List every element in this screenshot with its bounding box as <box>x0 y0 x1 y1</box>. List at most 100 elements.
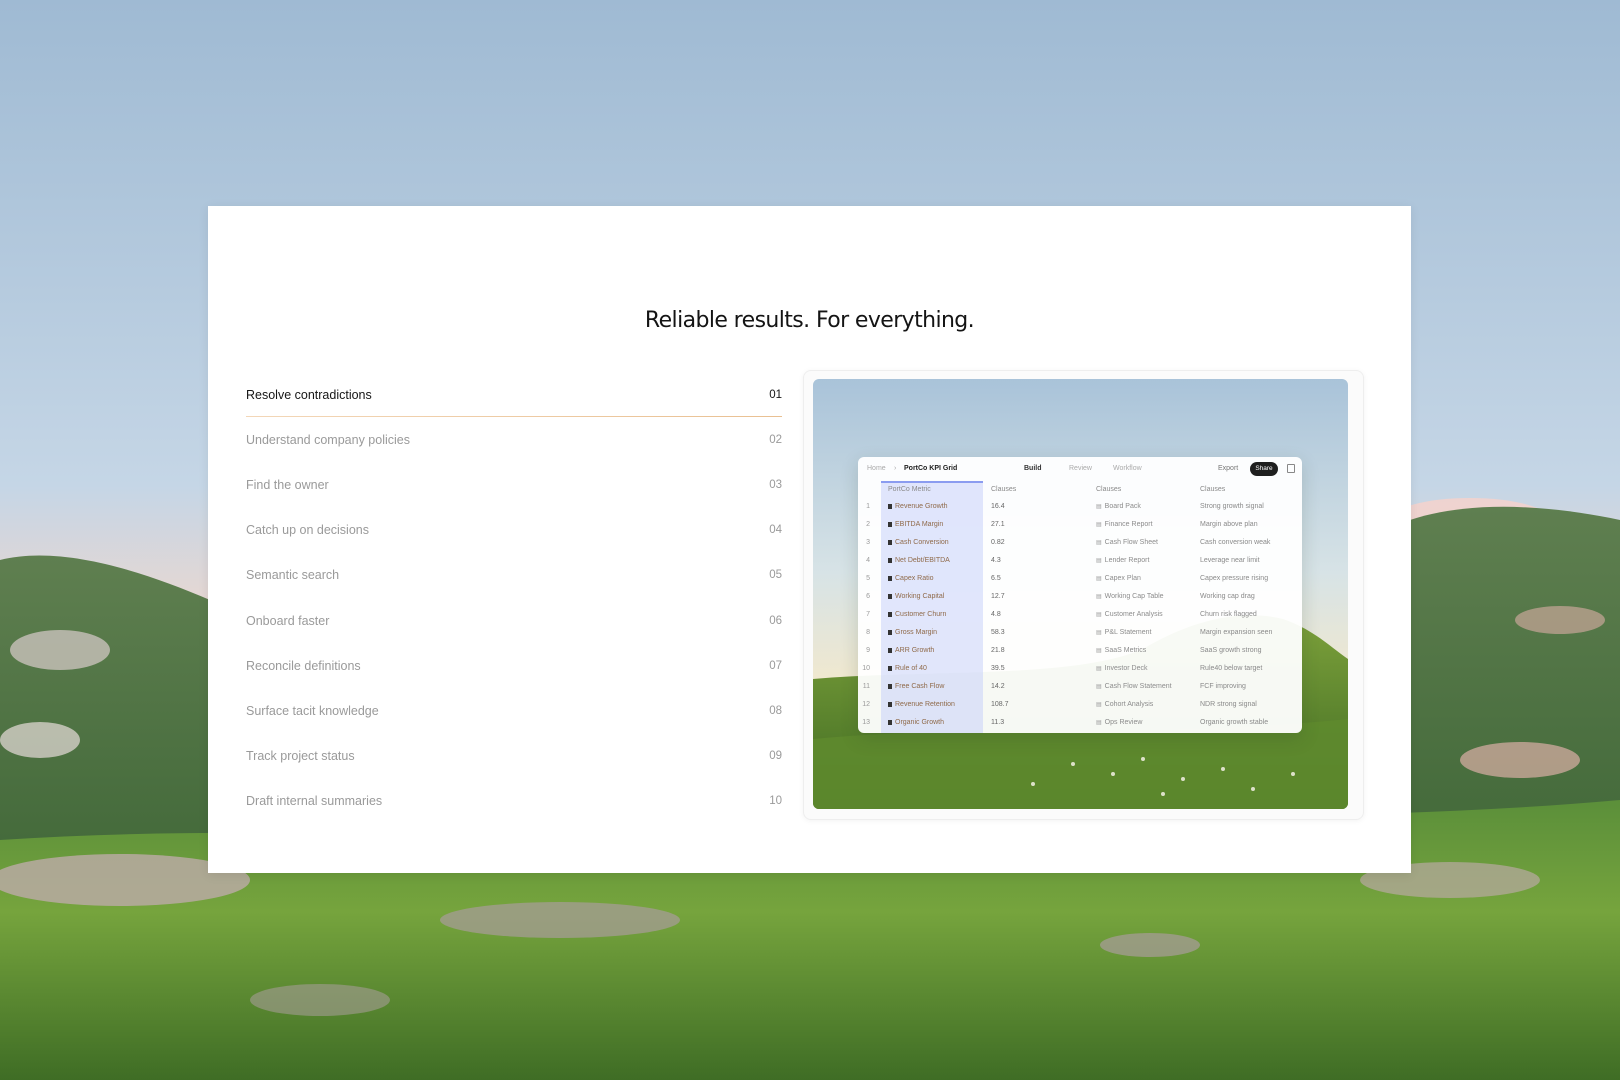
grid-cell-note[interactable]: Strong growth signal <box>1200 503 1264 510</box>
feature-item-onboard-faster[interactable]: Onboard faster 06 <box>246 598 782 643</box>
feature-label: Find the owner <box>246 477 329 492</box>
grid-cell-value[interactable]: 4.8 <box>991 611 1001 618</box>
grid-cell-source[interactable]: SaaS Metrics <box>1096 647 1147 654</box>
grid-cell-value[interactable]: 11.3 <box>991 719 1004 726</box>
grid-cell-value[interactable]: 108.7 <box>991 701 1009 708</box>
grid-cell-metric[interactable]: Working Capital <box>888 593 944 600</box>
breadcrumb-home[interactable]: Home <box>867 465 886 472</box>
grid-cell-n[interactable]: 9 <box>858 647 870 654</box>
grid-cell-note[interactable]: FCF improving <box>1200 683 1246 690</box>
grid-cell-value[interactable]: 4.3 <box>991 557 1001 564</box>
feature-item-surface-tacit-knowledge[interactable]: Surface tacit knowledge 08 <box>246 688 782 733</box>
grid-cell-metric[interactable]: Free Cash Flow <box>888 683 944 690</box>
feature-label: Catch up on decisions <box>246 523 369 538</box>
feature-item-find-the-owner[interactable]: Find the owner 03 <box>246 462 782 507</box>
kpi-grid: PortCo Metric Clauses Clauses Clauses 1 R… <box>858 481 1302 733</box>
feature-item-track-project-status[interactable]: Track project status 09 <box>246 734 782 779</box>
app-toolbar: Home › PortCo KPI Grid Build Review Work… <box>858 457 1302 481</box>
grid-cell-n[interactable]: 10 <box>858 665 870 672</box>
column-header-metric[interactable]: PortCo Metric <box>888 486 931 493</box>
feature-label: Onboard faster <box>246 613 330 628</box>
grid-cell-metric[interactable]: Capex Ratio <box>888 575 934 582</box>
grid-cell-source[interactable]: Cohort Analysis <box>1096 701 1154 708</box>
grid-cell-source[interactable]: Capex Plan <box>1096 575 1141 582</box>
grid-cell-note[interactable]: Organic growth stable <box>1200 719 1268 726</box>
grid-cell-metric[interactable]: Net Debt/EBITDA <box>888 557 950 564</box>
feature-number: 01 <box>769 388 782 401</box>
grid-cell-note[interactable]: Capex pressure rising <box>1200 575 1268 582</box>
column-header-clauses-3[interactable]: Clauses <box>1200 486 1225 493</box>
grid-cell-metric[interactable]: Cash Conversion <box>888 539 949 546</box>
grid-cell-n[interactable]: 11 <box>858 683 870 690</box>
grid-cell-value[interactable]: 16.4 <box>991 503 1005 510</box>
grid-cell-metric[interactable]: EBITDA Margin <box>888 521 943 528</box>
kpi-grid-window: Home › PortCo KPI Grid Build Review Work… <box>858 457 1302 733</box>
grid-cell-source[interactable]: Finance Report <box>1096 521 1153 528</box>
feature-item-draft-internal-summaries[interactable]: Draft internal summaries 10 <box>246 779 782 824</box>
grid-cell-value[interactable]: 27.1 <box>991 521 1005 528</box>
grid-cell-n[interactable]: 6 <box>858 593 870 600</box>
grid-cell-n[interactable]: 13 <box>858 719 870 726</box>
grid-cell-metric[interactable]: Gross Margin <box>888 629 937 636</box>
feature-number: 05 <box>769 569 782 582</box>
column-header-clauses-1[interactable]: Clauses <box>991 486 1016 493</box>
grid-cell-n[interactable]: 5 <box>858 575 870 582</box>
grid-cell-note[interactable]: Cash conversion weak <box>1200 539 1270 546</box>
grid-cell-value[interactable]: 0.82 <box>991 539 1005 546</box>
feature-item-resolve-contradictions[interactable]: Resolve contradictions 01 <box>246 372 782 418</box>
tab-review[interactable]: Review <box>1069 465 1092 472</box>
grid-cell-source[interactable]: Ops Review <box>1096 719 1143 726</box>
tab-build[interactable]: Build <box>1024 465 1042 472</box>
grid-cell-metric[interactable]: Organic Growth <box>888 719 944 726</box>
feature-item-semantic-search[interactable]: Semantic search 05 <box>246 553 782 598</box>
grid-cell-value[interactable]: 14.2 <box>991 683 1005 690</box>
grid-cell-value[interactable]: 39.5 <box>991 665 1005 672</box>
feature-item-understand-company-policies[interactable]: Understand company policies 02 <box>246 417 782 462</box>
grid-cell-n[interactable]: 8 <box>858 629 870 636</box>
grid-cell-n[interactable]: 12 <box>858 701 870 708</box>
grid-cell-note[interactable]: Margin above plan <box>1200 521 1258 528</box>
grid-cell-value[interactable]: 58.3 <box>991 629 1005 636</box>
grid-cell-note[interactable]: SaaS growth strong <box>1200 647 1261 654</box>
grid-cell-value[interactable]: 21.8 <box>991 647 1005 654</box>
preview-panel: Home › PortCo KPI Grid Build Review Work… <box>803 370 1364 820</box>
panel-toggle-icon[interactable] <box>1287 464 1295 473</box>
export-button[interactable]: Export <box>1218 465 1238 472</box>
grid-cell-metric[interactable]: Rule of 40 <box>888 665 927 672</box>
grid-cell-source[interactable]: Board Pack <box>1096 503 1141 510</box>
breadcrumb-separator: › <box>894 465 897 472</box>
grid-cell-note[interactable]: Rule40 below target <box>1200 665 1262 672</box>
column-header-clauses-2[interactable]: Clauses <box>1096 486 1121 493</box>
tab-workflow[interactable]: Workflow <box>1113 465 1142 472</box>
grid-cell-source[interactable]: Working Cap Table <box>1096 593 1164 600</box>
grid-cell-note[interactable]: Working cap drag <box>1200 593 1255 600</box>
grid-cell-value[interactable]: 6.5 <box>991 575 1001 582</box>
grid-cell-note[interactable]: NDR strong signal <box>1200 701 1257 708</box>
grid-cell-source[interactable]: P&L Statement <box>1096 629 1152 636</box>
grid-cell-n[interactable]: 3 <box>858 539 870 546</box>
grid-cell-note[interactable]: Leverage near limit <box>1200 557 1260 564</box>
grid-cell-metric[interactable]: Customer Churn <box>888 611 946 618</box>
feature-item-catch-up-on-decisions[interactable]: Catch up on decisions 04 <box>246 508 782 553</box>
feature-item-reconcile-definitions[interactable]: Reconcile definitions 07 <box>246 643 782 688</box>
grid-cell-note[interactable]: Churn risk flagged <box>1200 611 1257 618</box>
feature-number: 03 <box>769 478 782 491</box>
grid-cell-metric[interactable]: Revenue Retention <box>888 701 955 708</box>
preview-scene: Home › PortCo KPI Grid Build Review Work… <box>813 379 1348 809</box>
feature-label: Semantic search <box>246 568 340 583</box>
grid-cell-note[interactable]: Margin expansion seen <box>1200 629 1272 636</box>
grid-cell-n[interactable]: 4 <box>858 557 870 564</box>
feature-number: 02 <box>769 433 782 446</box>
grid-cell-source[interactable]: Cash Flow Sheet <box>1096 539 1158 546</box>
grid-cell-n[interactable]: 7 <box>858 611 870 618</box>
grid-cell-metric[interactable]: ARR Growth <box>888 647 934 654</box>
grid-cell-source[interactable]: Customer Analysis <box>1096 611 1163 618</box>
grid-cell-source[interactable]: Lender Report <box>1096 557 1150 564</box>
grid-cell-n[interactable]: 2 <box>858 521 870 528</box>
share-button[interactable]: Share <box>1250 462 1278 476</box>
grid-cell-metric[interactable]: Revenue Growth <box>888 503 948 510</box>
grid-cell-n[interactable]: 1 <box>858 503 870 510</box>
grid-cell-value[interactable]: 12.7 <box>991 593 1005 600</box>
grid-cell-source[interactable]: Investor Deck <box>1096 665 1148 672</box>
grid-cell-source[interactable]: Cash Flow Statement <box>1096 683 1172 690</box>
